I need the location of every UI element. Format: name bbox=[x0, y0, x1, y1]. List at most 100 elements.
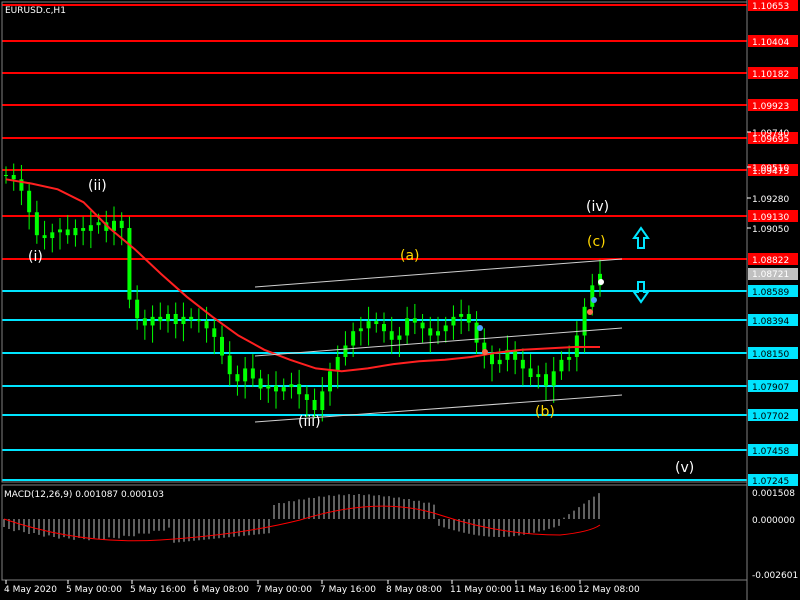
wave-label: (iii) bbox=[298, 414, 321, 430]
candle-body bbox=[34, 212, 39, 236]
candle-body bbox=[436, 331, 440, 336]
candle-body bbox=[189, 316, 194, 320]
candle-body bbox=[281, 387, 286, 392]
x-tick-label: 7 May 00:00 bbox=[256, 585, 312, 595]
candle-body bbox=[528, 368, 533, 378]
macd-tick-label: 0.000000 bbox=[752, 516, 795, 526]
level-label: 1.07458 bbox=[752, 447, 789, 457]
candle-body bbox=[544, 374, 548, 386]
candle-body bbox=[451, 316, 456, 326]
candle-body bbox=[590, 285, 595, 307]
candle-body bbox=[397, 335, 402, 340]
candle-body bbox=[551, 371, 556, 386]
candle-body bbox=[27, 190, 32, 213]
level-label: 1.09923 bbox=[752, 102, 789, 112]
x-tick-label: 8 May 08:00 bbox=[386, 585, 442, 595]
candle-body bbox=[312, 399, 317, 410]
x-tick-label: 7 May 16:00 bbox=[320, 585, 376, 595]
candle-body bbox=[96, 222, 101, 226]
chart-title: EURUSD.c,H1 bbox=[5, 6, 66, 16]
candle-body bbox=[304, 394, 309, 400]
chart-background bbox=[0, 0, 800, 600]
candle-body bbox=[274, 385, 278, 392]
candle-body bbox=[50, 232, 55, 239]
candle-body bbox=[497, 359, 502, 365]
candle-body bbox=[227, 355, 232, 375]
axis-tick-label: 1.09280 bbox=[752, 195, 789, 205]
candle-body bbox=[567, 356, 572, 360]
level-label: 1.09130 bbox=[752, 213, 789, 223]
candle-body bbox=[358, 328, 363, 332]
candle-body bbox=[88, 225, 93, 231]
candle-body bbox=[420, 322, 425, 329]
candle-body bbox=[166, 313, 170, 322]
level-label: 1.10182 bbox=[752, 70, 789, 80]
candle-body bbox=[266, 385, 271, 389]
candle-body bbox=[382, 324, 386, 332]
macd-title: MACD(12,26,9) 0.001087 0.000103 bbox=[4, 490, 164, 500]
level-label: 1.08589 bbox=[752, 288, 789, 298]
wave-label: (c) bbox=[587, 234, 606, 250]
candle-body bbox=[65, 229, 70, 236]
candle-body bbox=[150, 316, 155, 326]
candle-body bbox=[73, 228, 78, 236]
level-label: 1.10653 bbox=[752, 2, 789, 12]
candle-body bbox=[58, 229, 62, 233]
candle-body bbox=[559, 359, 564, 372]
candle-body bbox=[119, 220, 124, 229]
level-label: 1.10404 bbox=[752, 38, 789, 48]
wave-label: (ii) bbox=[88, 178, 107, 194]
level-label: 1.07702 bbox=[752, 412, 789, 422]
trade-marker bbox=[598, 279, 604, 285]
candle-body bbox=[289, 384, 294, 388]
candle-body bbox=[127, 228, 132, 300]
trade-marker bbox=[482, 349, 488, 355]
candle-body bbox=[328, 371, 332, 392]
candle-body bbox=[443, 325, 448, 332]
macd-tick-label: -0.002601 bbox=[752, 571, 798, 581]
candle-body bbox=[220, 336, 224, 356]
candle-body bbox=[212, 328, 217, 337]
candle-body bbox=[466, 313, 471, 323]
candle-body bbox=[374, 321, 379, 325]
candle-body bbox=[4, 175, 8, 176]
x-tick-label: 12 May 08:00 bbox=[578, 585, 640, 595]
trade-marker bbox=[477, 325, 483, 331]
level-label: 1.08150 bbox=[752, 350, 789, 360]
candle-body bbox=[320, 391, 325, 410]
x-tick-label: 5 May 16:00 bbox=[130, 585, 186, 595]
candle-body bbox=[81, 228, 86, 231]
level-label: 1.07245 bbox=[752, 477, 789, 487]
current-price: 1.08721 bbox=[752, 270, 789, 280]
candle-body bbox=[250, 368, 255, 379]
level-label: 1.08822 bbox=[752, 256, 789, 266]
candle-body bbox=[412, 318, 417, 323]
level-label: 1.07907 bbox=[752, 383, 789, 393]
chart-canvas: 1.106531.104041.101821.099231.096951.094… bbox=[0, 0, 800, 600]
wave-label: (i) bbox=[28, 249, 43, 265]
candle-body bbox=[112, 220, 116, 231]
x-tick-label: 11 May 16:00 bbox=[514, 585, 576, 595]
wave-label: (b) bbox=[535, 404, 555, 420]
candle-body bbox=[11, 175, 16, 180]
candle-body bbox=[173, 313, 178, 325]
candle-body bbox=[142, 318, 147, 326]
x-tick-label: 11 May 00:00 bbox=[450, 585, 512, 595]
candle-body bbox=[351, 331, 356, 346]
x-tick-label: 5 May 00:00 bbox=[66, 585, 122, 595]
candle-body bbox=[366, 321, 371, 329]
wave-label: (v) bbox=[675, 460, 694, 476]
trade-marker bbox=[591, 297, 597, 303]
candle-body bbox=[459, 313, 464, 317]
candle-body bbox=[258, 378, 263, 389]
x-tick-label: 4 May 2020 bbox=[4, 585, 57, 595]
wave-label: (iv) bbox=[586, 199, 609, 215]
macd-tick-label: 0.001508 bbox=[752, 489, 795, 499]
candle-body bbox=[243, 368, 248, 382]
candle-body bbox=[490, 354, 494, 365]
candle-body bbox=[297, 384, 302, 395]
axis-tick-label: 1.09740 bbox=[752, 129, 789, 139]
axis-tick-label: 1.09050 bbox=[752, 225, 789, 235]
candle-body bbox=[135, 299, 140, 319]
candle-body bbox=[389, 331, 394, 340]
